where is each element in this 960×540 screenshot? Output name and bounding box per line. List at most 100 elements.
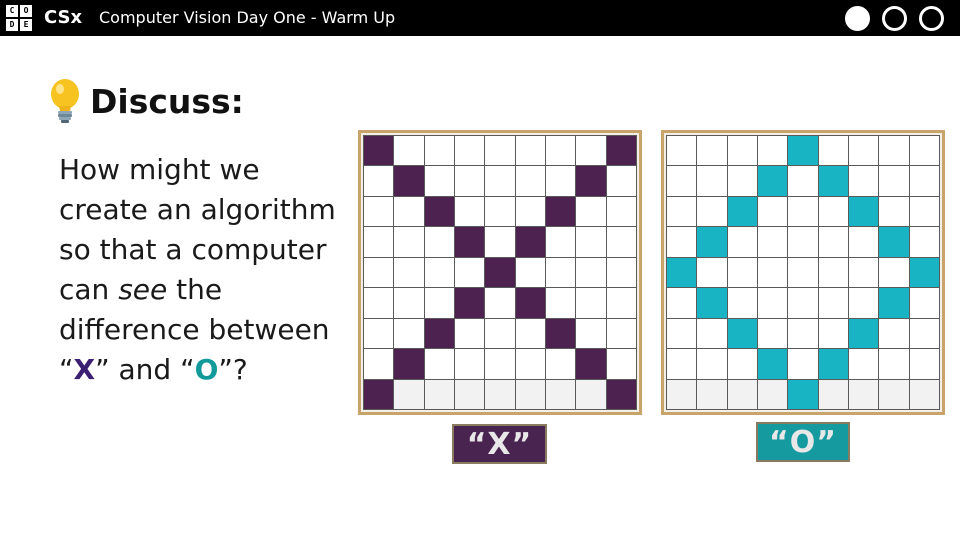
- filled-pixel: [424, 196, 454, 227]
- empty-pixel: [394, 318, 424, 349]
- filled-pixel: [909, 257, 939, 288]
- empty-pixel: [606, 257, 636, 288]
- empty-pixel: [485, 166, 515, 196]
- empty-pixel: [849, 379, 879, 409]
- empty-pixel: [879, 349, 909, 379]
- filled-pixel: [546, 196, 576, 227]
- progress-dot[interactable]: [845, 6, 870, 31]
- empty-pixel: [424, 349, 454, 379]
- empty-pixel: [576, 379, 606, 409]
- empty-pixel: [697, 349, 727, 379]
- empty-pixel: [546, 257, 576, 288]
- empty-pixel: [576, 136, 606, 166]
- empty-pixel: [909, 136, 939, 166]
- lesson-title: Computer Vision Day One - Warm Up: [99, 8, 396, 27]
- empty-pixel: [485, 318, 515, 349]
- x-pixel-grid: [363, 135, 637, 410]
- empty-pixel: [667, 379, 697, 409]
- progress-dot[interactable]: [919, 6, 944, 31]
- empty-pixel: [909, 318, 939, 349]
- filled-pixel: [606, 136, 636, 166]
- logo-letter: E: [20, 19, 32, 31]
- filled-pixel: [394, 349, 424, 379]
- empty-pixel: [485, 349, 515, 379]
- filled-pixel: [727, 318, 757, 349]
- filled-pixel: [576, 349, 606, 379]
- empty-pixel: [576, 257, 606, 288]
- filled-pixel: [364, 379, 394, 409]
- empty-pixel: [394, 288, 424, 318]
- filled-pixel: [788, 136, 818, 166]
- empty-pixel: [364, 288, 394, 318]
- empty-pixel: [455, 196, 485, 227]
- empty-pixel: [727, 166, 757, 196]
- empty-pixel: [697, 166, 727, 196]
- x-pixel-grid-frame: [358, 130, 642, 415]
- filled-pixel: [546, 318, 576, 349]
- empty-pixel: [515, 379, 545, 409]
- filled-pixel: [849, 196, 879, 227]
- code-logo-icon: C O D E: [6, 5, 32, 31]
- empty-pixel: [849, 166, 879, 196]
- filled-pixel: [697, 288, 727, 318]
- prompt-text: ” and “: [95, 353, 195, 386]
- empty-pixel: [667, 166, 697, 196]
- empty-pixel: [546, 379, 576, 409]
- discussion-prompt: How might we create an algorithm so that…: [59, 150, 349, 390]
- empty-pixel: [788, 196, 818, 227]
- empty-pixel: [576, 196, 606, 227]
- empty-pixel: [727, 227, 757, 257]
- empty-pixel: [758, 136, 788, 166]
- empty-pixel: [546, 136, 576, 166]
- empty-pixel: [424, 257, 454, 288]
- empty-pixel: [515, 349, 545, 379]
- prompt-x-letter: X: [73, 353, 96, 386]
- empty-pixel: [515, 166, 545, 196]
- empty-pixel: [818, 196, 848, 227]
- empty-pixel: [818, 318, 848, 349]
- empty-pixel: [455, 349, 485, 379]
- empty-pixel: [849, 257, 879, 288]
- empty-pixel: [576, 318, 606, 349]
- empty-pixel: [667, 136, 697, 166]
- empty-pixel: [818, 288, 848, 318]
- prompt-emphasis: see: [118, 273, 168, 306]
- empty-pixel: [515, 196, 545, 227]
- empty-pixel: [455, 136, 485, 166]
- empty-pixel: [485, 136, 515, 166]
- empty-pixel: [485, 196, 515, 227]
- o-label: “O”: [756, 422, 850, 462]
- empty-pixel: [758, 257, 788, 288]
- progress-dot[interactable]: [882, 6, 907, 31]
- empty-pixel: [667, 349, 697, 379]
- filled-pixel: [727, 196, 757, 227]
- empty-pixel: [546, 349, 576, 379]
- logo-letter: O: [20, 5, 32, 17]
- empty-pixel: [455, 166, 485, 196]
- empty-pixel: [849, 136, 879, 166]
- empty-pixel: [485, 288, 515, 318]
- empty-pixel: [697, 318, 727, 349]
- empty-pixel: [606, 318, 636, 349]
- empty-pixel: [606, 288, 636, 318]
- empty-pixel: [879, 196, 909, 227]
- empty-pixel: [879, 166, 909, 196]
- filled-pixel: [758, 349, 788, 379]
- empty-pixel: [788, 257, 818, 288]
- empty-pixel: [364, 196, 394, 227]
- filled-pixel: [788, 379, 818, 409]
- filled-pixel: [879, 288, 909, 318]
- top-bar: C O D E CSx Computer Vision Day One - Wa…: [0, 0, 960, 36]
- filled-pixel: [818, 349, 848, 379]
- empty-pixel: [879, 379, 909, 409]
- discuss-heading: Discuss:: [46, 78, 244, 124]
- empty-pixel: [727, 136, 757, 166]
- empty-pixel: [727, 349, 757, 379]
- empty-pixel: [667, 318, 697, 349]
- empty-pixel: [515, 318, 545, 349]
- empty-pixel: [727, 257, 757, 288]
- empty-pixel: [758, 196, 788, 227]
- filled-pixel: [424, 318, 454, 349]
- empty-pixel: [727, 379, 757, 409]
- filled-pixel: [485, 257, 515, 288]
